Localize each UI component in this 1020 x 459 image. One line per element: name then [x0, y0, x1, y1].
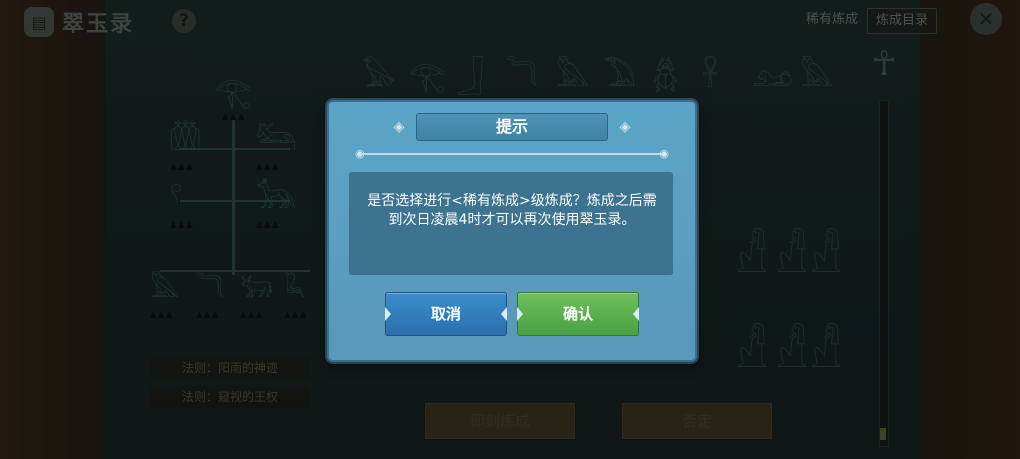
button-notch — [633, 307, 639, 321]
cancel-button[interactable]: 取消 — [385, 292, 507, 336]
button-notch — [385, 307, 391, 321]
confirm-dialog: ◈ 提示 ◈ ◉ ◉ 是否选择进行<稀有炼成>级炼成？炼成之后需到次日凌晨4时才… — [327, 100, 697, 362]
ornament-icon: ◈ — [393, 119, 405, 135]
dialog-title-bar: ◈ 提示 ◈ — [394, 113, 630, 141]
button-notch — [501, 307, 507, 321]
confirm-label: 确认 — [562, 305, 593, 323]
dialog-title: 提示 — [495, 117, 528, 136]
message-box: 是否选择进行<稀有炼成>级炼成？炼成之后需到次日凌晨4时才可以再次使用翠玉录。 — [349, 172, 673, 275]
ornament-icon: ◈ — [619, 119, 631, 135]
cancel-label: 取消 — [430, 305, 461, 323]
divider-ornament-icon: ◉ — [659, 147, 669, 160]
button-notch — [517, 307, 523, 321]
dialog-divider — [359, 153, 665, 155]
dialog-message: 是否选择进行<稀有炼成>级炼成？炼成之后需到次日凌晨4时才可以再次使用翠玉录。 — [367, 193, 657, 228]
confirm-button[interactable]: 确认 — [517, 292, 639, 336]
